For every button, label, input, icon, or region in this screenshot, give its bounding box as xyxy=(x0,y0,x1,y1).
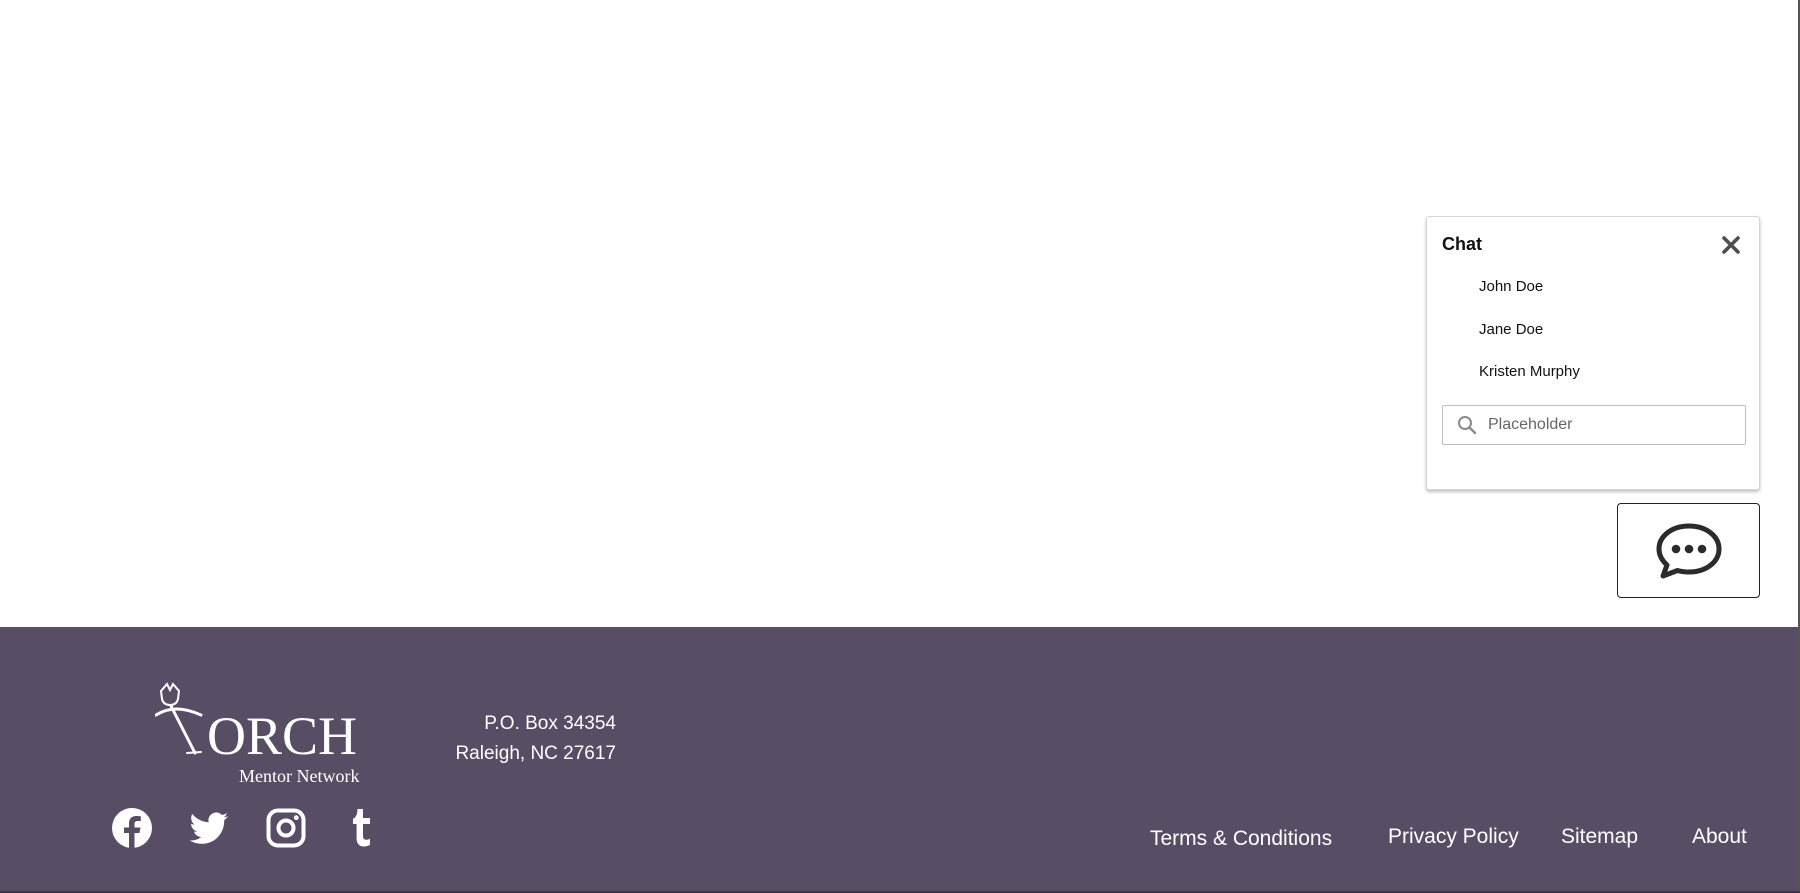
chat-title: Chat xyxy=(1442,234,1482,254)
chat-contact-list: John Doe Jane Doe Kristen Murphy xyxy=(1479,278,1580,406)
tumblr-icon[interactable] xyxy=(343,808,383,848)
chat-panel: Chat John Doe Jane Doe Kristen Murphy xyxy=(1426,216,1760,490)
chat-bubble-icon xyxy=(1656,523,1721,578)
chat-contact-item[interactable]: Jane Doe xyxy=(1479,321,1580,364)
footer: ORCH Mentor Network P.O. Box 34354 Ralei… xyxy=(0,627,1798,893)
logo-wordmark: ORCH xyxy=(207,706,357,766)
privacy-policy-link[interactable]: Privacy Policy xyxy=(1388,825,1519,849)
close-icon[interactable] xyxy=(1721,235,1741,255)
about-link[interactable]: About xyxy=(1692,825,1747,849)
sitemap-link[interactable]: Sitemap xyxy=(1561,825,1638,849)
instagram-icon[interactable] xyxy=(266,808,306,848)
address-line-1: P.O. Box 34354 xyxy=(484,713,616,734)
social-links xyxy=(112,808,420,848)
open-chat-button[interactable] xyxy=(1617,503,1760,598)
search-icon xyxy=(1458,416,1477,435)
chat-contact-item[interactable]: John Doe xyxy=(1479,278,1580,321)
terms-link[interactable]: Terms & Conditions xyxy=(1150,827,1332,851)
twitter-icon[interactable] xyxy=(189,808,229,848)
address-line-2: Raleigh, NC 27617 xyxy=(455,743,616,764)
page: Chat John Doe Jane Doe Kristen Murphy Pl… xyxy=(0,0,1800,893)
chat-search-input[interactable] xyxy=(1486,415,1730,435)
address: P.O. Box 34354 Raleigh, NC 27617 xyxy=(430,709,616,769)
chat-contact-item[interactable]: Kristen Murphy xyxy=(1479,363,1580,406)
logo-subtitle: Mentor Network xyxy=(239,766,359,786)
torch-logo[interactable]: ORCH Mentor Network xyxy=(155,681,375,786)
facebook-icon[interactable] xyxy=(112,808,152,848)
chat-search-box xyxy=(1442,405,1746,445)
